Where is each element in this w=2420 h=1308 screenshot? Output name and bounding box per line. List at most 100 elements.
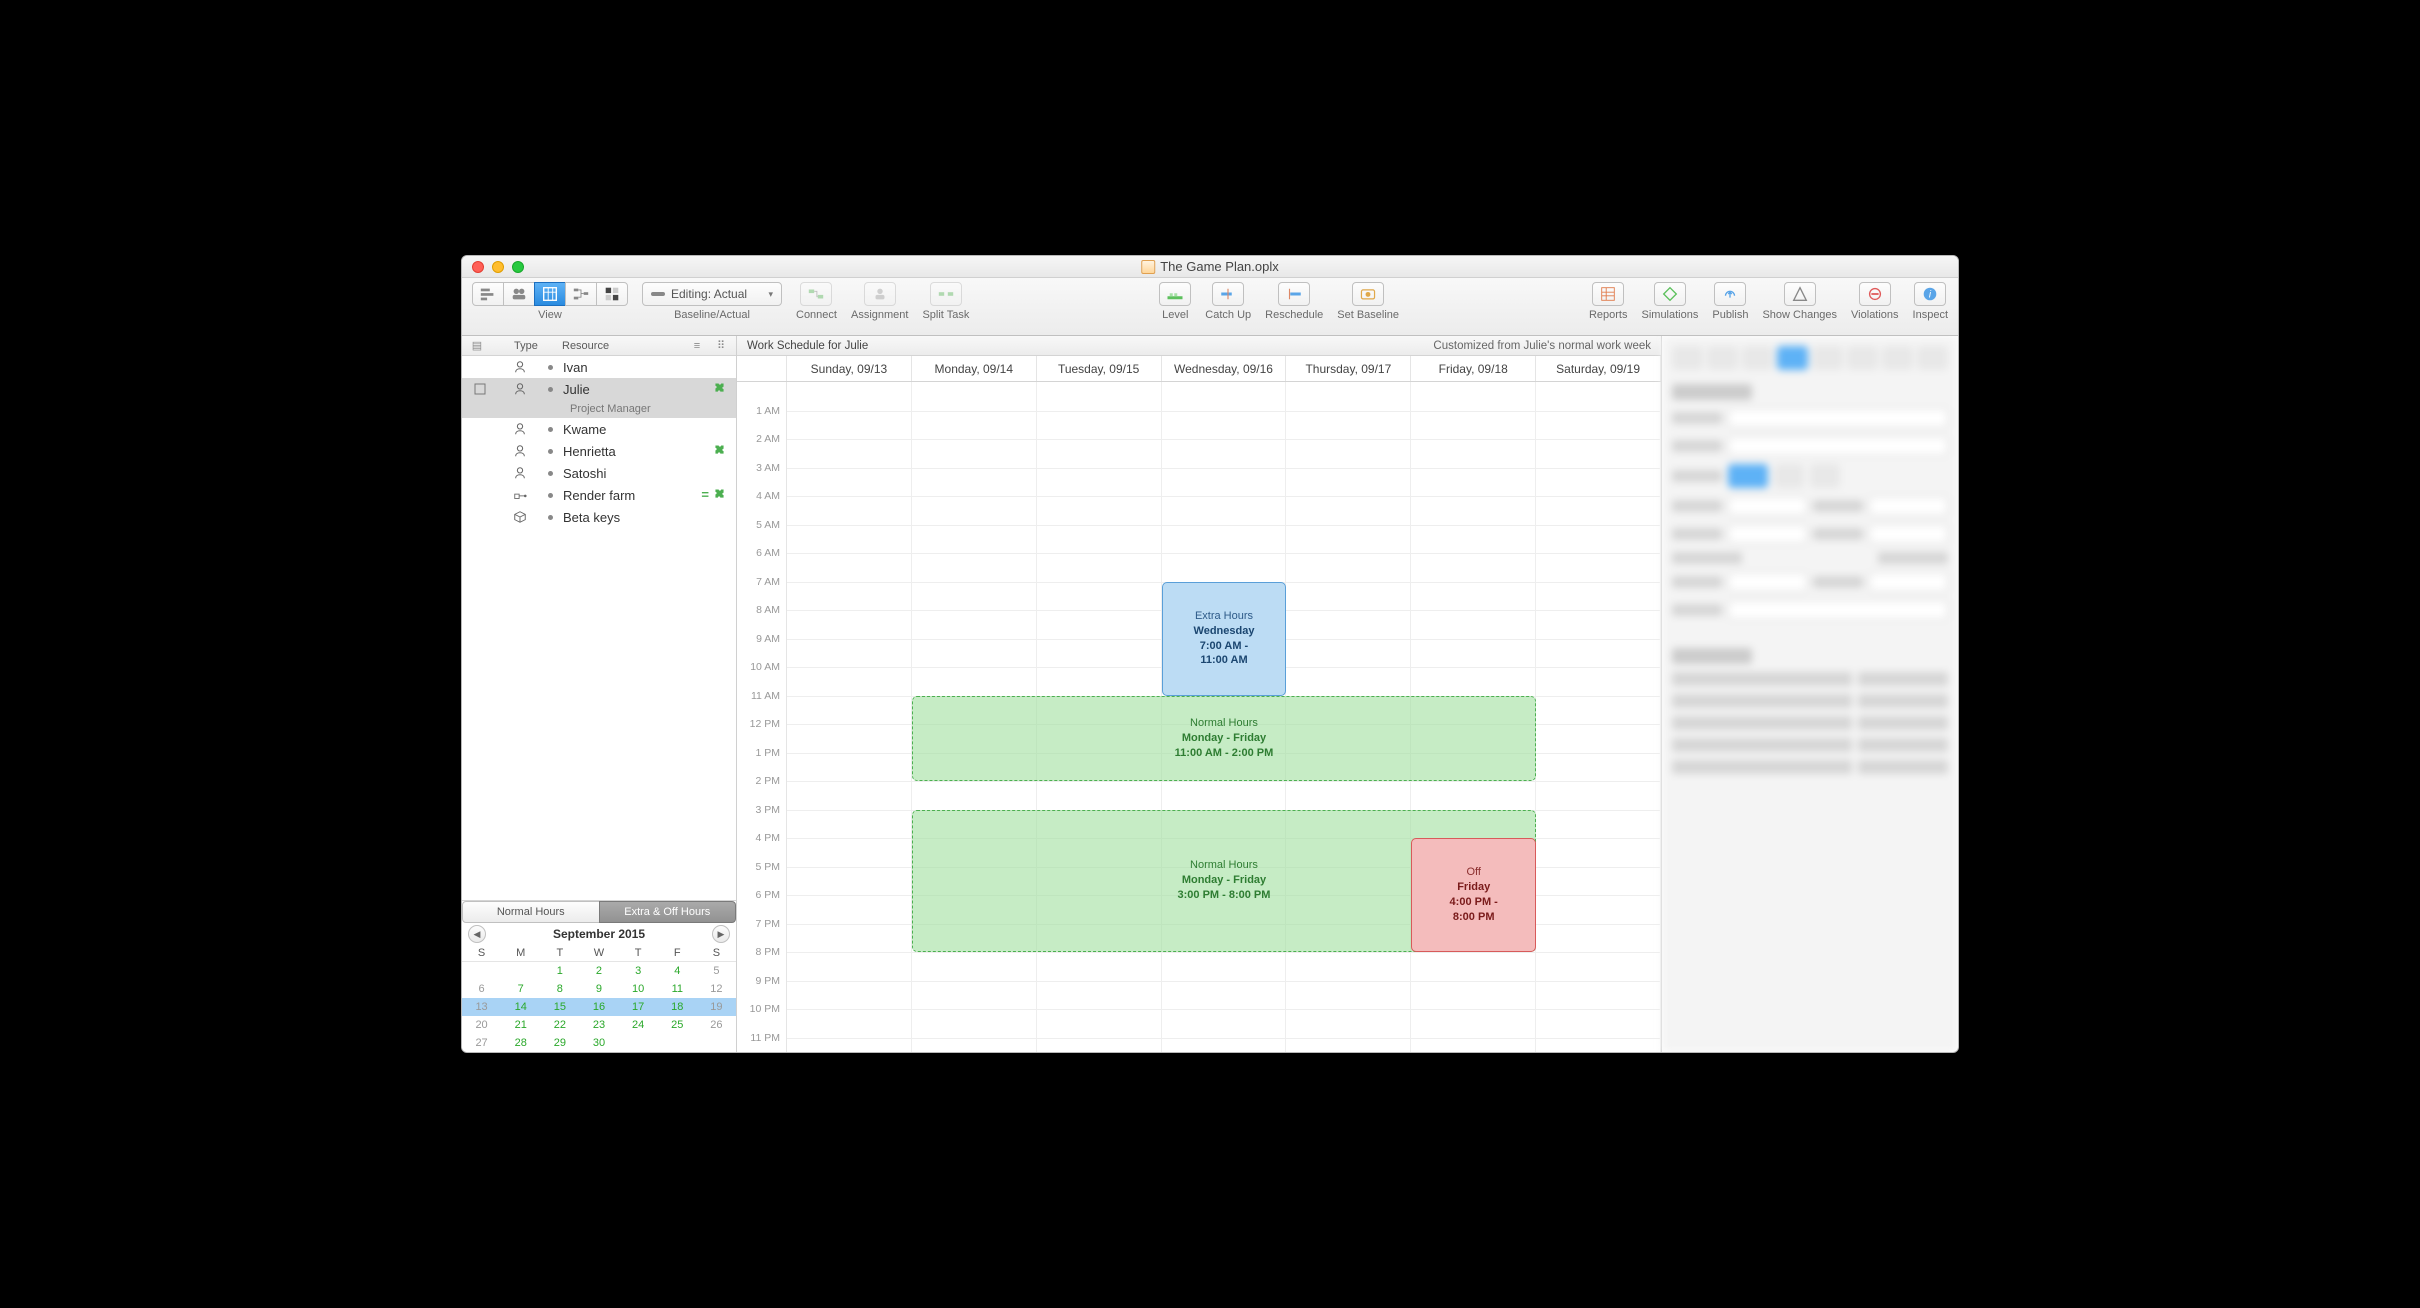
view-gantt-button[interactable] — [472, 282, 504, 306]
schedule-subtitle: Customized from Julie's normal work week — [1433, 340, 1651, 352]
cal-day[interactable]: 15 — [540, 998, 579, 1016]
cal-day[interactable]: 11 — [658, 980, 697, 998]
col-type-header[interactable]: Type — [494, 340, 552, 352]
day-header[interactable]: Sunday, 09/13 — [787, 356, 912, 381]
show-changes-button[interactable] — [1784, 282, 1816, 306]
cal-next-button[interactable]: ▶ — [712, 925, 730, 943]
cal-day[interactable]: 9 — [579, 980, 618, 998]
level-button[interactable] — [1159, 282, 1191, 306]
baseline-dropdown[interactable]: Editing: Actual ▾ — [642, 282, 782, 306]
puzzle-icon — [713, 381, 726, 397]
day-header[interactable]: Tuesday, 09/15 — [1037, 356, 1162, 381]
resource-row-satoshi[interactable]: Satoshi — [462, 462, 736, 484]
resource-list: IvanJulieProject ManagerKwameHenriettaSa… — [462, 356, 736, 900]
minimize-button[interactable] — [492, 261, 504, 273]
inspect-button[interactable]: i — [1914, 282, 1946, 306]
time-label: 3 AM — [756, 462, 780, 474]
cal-day[interactable]: 28 — [501, 1034, 540, 1052]
view-network-button[interactable] — [565, 282, 597, 306]
resource-row-beta-keys[interactable]: Beta keys — [462, 506, 736, 528]
resource-row-kwame[interactable]: Kwame — [462, 418, 736, 440]
cal-day[interactable]: 1 — [540, 962, 579, 980]
cal-day[interactable]: 16 — [579, 998, 618, 1016]
person-icon — [492, 382, 548, 396]
cal-day[interactable]: 23 — [579, 1016, 618, 1034]
event-off[interactable]: OffFriday4:00 PM -8:00 PM — [1411, 838, 1536, 952]
resource-row-ivan[interactable]: Ivan — [462, 356, 736, 378]
set-baseline-button[interactable] — [1352, 282, 1384, 306]
cal-day[interactable]: 19 — [697, 998, 736, 1016]
window-title: The Game Plan.oplx — [1141, 259, 1279, 274]
cal-day[interactable]: 8 — [540, 980, 579, 998]
cal-day[interactable]: 24 — [619, 1016, 658, 1034]
view-style-button[interactable] — [596, 282, 628, 306]
cal-day[interactable]: 7 — [501, 980, 540, 998]
equipment-icon — [492, 488, 548, 502]
cal-day[interactable]: 25 — [658, 1016, 697, 1034]
cal-day[interactable]: 26 — [697, 1016, 736, 1034]
schedule-body[interactable]: 1 AM2 AM3 AM4 AM5 AM6 AM7 AM8 AM9 AM10 A… — [737, 382, 1661, 1052]
event-normal1[interactable]: Normal HoursMonday - Friday11:00 AM - 2:… — [912, 696, 1536, 782]
resource-row-henrietta[interactable]: Henrietta — [462, 440, 736, 462]
header-group-icon[interactable]: ⠿ — [714, 339, 728, 353]
cal-day[interactable]: 21 — [501, 1016, 540, 1034]
cal-day[interactable]: 12 — [697, 980, 736, 998]
resource-row-render-farm[interactable]: Render farm= — [462, 484, 736, 506]
event-extra[interactable]: Extra HoursWednesday7:00 AM -11:00 AM — [1162, 582, 1287, 696]
time-label: 4 AM — [756, 490, 780, 502]
view-calendar-button[interactable] — [534, 282, 566, 306]
catch-up-button[interactable] — [1212, 282, 1244, 306]
cal-day[interactable] — [501, 962, 540, 980]
cal-day[interactable]: 18 — [658, 998, 697, 1016]
split-task-button[interactable] — [930, 282, 962, 306]
days-area[interactable]: Extra HoursWednesday7:00 AM -11:00 AMNor… — [787, 382, 1661, 1052]
cal-day[interactable]: 4 — [658, 962, 697, 980]
cal-day[interactable] — [462, 962, 501, 980]
cal-day[interactable]: 3 — [619, 962, 658, 980]
tab-extra-off-hours[interactable]: Extra & Off Hours — [599, 901, 737, 923]
day-header[interactable]: Monday, 09/14 — [912, 356, 1037, 381]
simulations-button[interactable] — [1654, 282, 1686, 306]
cal-day[interactable]: 27 — [462, 1034, 501, 1052]
cal-day[interactable] — [619, 1034, 658, 1052]
reschedule-button[interactable] — [1278, 282, 1310, 306]
cal-day[interactable]: 13 — [462, 998, 501, 1016]
schedule-pane: Work Schedule for Julie Customized from … — [737, 336, 1662, 1052]
cal-day[interactable]: 5 — [697, 962, 736, 980]
cal-day[interactable] — [697, 1034, 736, 1052]
cal-prev-button[interactable]: ◀ — [468, 925, 486, 943]
cal-day[interactable]: 10 — [619, 980, 658, 998]
connect-button[interactable] — [800, 282, 832, 306]
day-header[interactable]: Saturday, 09/19 — [1536, 356, 1661, 381]
cal-day[interactable]: 30 — [579, 1034, 618, 1052]
reports-button[interactable] — [1592, 282, 1624, 306]
day-header[interactable]: Wednesday, 09/16 — [1162, 356, 1287, 381]
violations-button[interactable] — [1859, 282, 1891, 306]
view-resource-button[interactable] — [503, 282, 535, 306]
time-label: 5 AM — [756, 519, 780, 531]
header-filter-icon[interactable]: ≡ — [690, 339, 704, 353]
cal-day[interactable]: 22 — [540, 1016, 579, 1034]
close-button[interactable] — [472, 261, 484, 273]
publish-button[interactable] — [1714, 282, 1746, 306]
time-label: 4 PM — [755, 832, 780, 844]
tab-normal-hours[interactable]: Normal Hours — [462, 901, 600, 923]
day-header[interactable]: Thursday, 09/17 — [1286, 356, 1411, 381]
assignment-button[interactable] — [864, 282, 896, 306]
cal-day[interactable]: 17 — [619, 998, 658, 1016]
view-label: View — [538, 309, 562, 321]
cal-day[interactable]: 14 — [501, 998, 540, 1016]
maximize-button[interactable] — [512, 261, 524, 273]
cal-day[interactable]: 29 — [540, 1034, 579, 1052]
cal-day[interactable]: 2 — [579, 962, 618, 980]
resource-row-julie[interactable]: Julie — [462, 378, 736, 400]
col-resource-header[interactable]: Resource — [562, 340, 680, 352]
cal-day[interactable]: 20 — [462, 1016, 501, 1034]
day-header[interactable]: Friday, 09/18 — [1411, 356, 1536, 381]
cal-day[interactable] — [658, 1034, 697, 1052]
time-label: 11 PM — [750, 1032, 780, 1044]
cal-day[interactable]: 6 — [462, 980, 501, 998]
outline-icon[interactable]: ▤ — [470, 339, 484, 353]
time-label: 7 PM — [755, 918, 780, 930]
publish-label: Publish — [1712, 309, 1748, 321]
